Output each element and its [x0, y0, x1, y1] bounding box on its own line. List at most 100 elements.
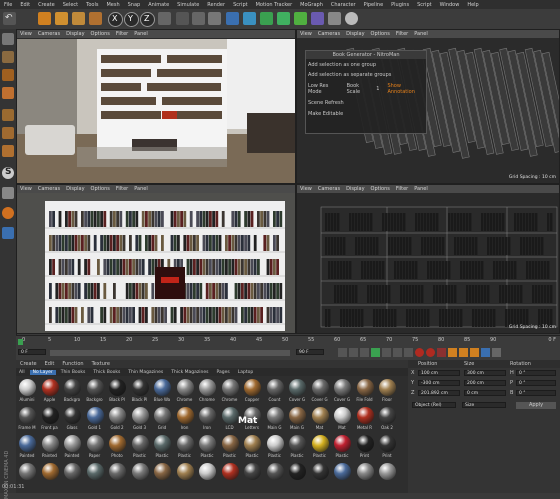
material-swatch[interactable] [132, 435, 149, 452]
play-button[interactable] [371, 348, 380, 357]
deformer-icon[interactable] [294, 12, 307, 25]
render-settings-button[interactable] [208, 12, 221, 25]
material-swatch[interactable] [177, 379, 194, 396]
viewport-menu-display[interactable]: Display [63, 186, 87, 192]
keyframe-selection-button[interactable] [437, 348, 446, 357]
scale-tool-button[interactable] [72, 12, 85, 25]
material-swatch[interactable] [109, 435, 126, 452]
material-swatch[interactable] [244, 379, 261, 396]
viewport-menu-options[interactable]: Options [368, 31, 393, 37]
points-mode-icon[interactable] [2, 109, 14, 121]
material-swatch[interactable] [334, 379, 351, 396]
position-field[interactable]: 201.892 cm [418, 390, 460, 396]
material-menu-texture[interactable]: Texture [88, 361, 114, 367]
nurbs-icon[interactable] [260, 12, 273, 25]
filter-tab-all[interactable]: All [16, 370, 28, 375]
material-menu-edit[interactable]: Edit [41, 361, 59, 367]
y-axis-button[interactable]: Y [124, 12, 139, 27]
frame-range-slider[interactable] [50, 350, 290, 356]
make-editable-icon[interactable] [2, 33, 14, 45]
timeline-ruler[interactable]: 0 5 10 15 20 25 30 35 40 45 50 55 60 65 70 75 80 85 90 [22, 337, 502, 345]
viewport-menu-filter[interactable]: Filter [393, 31, 411, 37]
timeline[interactable]: 0 5 10 15 20 25 30 35 40 45 50 55 60 65 70 75 80 85 90 0 F… [16, 335, 560, 361]
coordinate-system-button[interactable] [158, 12, 171, 25]
camera-icon[interactable] [328, 12, 341, 25]
edges-mode-icon[interactable] [2, 127, 14, 139]
object-mode-icon[interactable] [2, 69, 14, 81]
material-swatch[interactable] [199, 379, 216, 396]
material-swatch[interactable] [222, 379, 239, 396]
material-swatch[interactable] [87, 379, 104, 396]
position-field[interactable]: -300 cm [418, 380, 460, 386]
material-swatch[interactable] [267, 407, 284, 424]
menu-tools[interactable]: Tools [82, 2, 102, 8]
material-swatch[interactable] [267, 379, 284, 396]
material-swatch[interactable] [334, 435, 351, 452]
material-swatch[interactable] [154, 407, 171, 424]
menu-simulate[interactable]: Simulate [173, 2, 203, 8]
viewport-front-bottom[interactable]: View Cameras Display Options Filter Panel Gri… [296, 184, 560, 334]
material-swatch[interactable] [379, 407, 396, 424]
menu-file[interactable]: File [0, 2, 16, 8]
menu-window[interactable]: Window [436, 2, 464, 8]
material-swatch[interactable] [109, 407, 126, 424]
material-swatch[interactable] [64, 435, 81, 452]
material-swatch[interactable] [379, 435, 396, 452]
model-mode-icon[interactable] [2, 51, 14, 63]
viewport-menu-cameras[interactable]: Cameras [315, 186, 343, 192]
viewport-perspective-bottom[interactable]: ViewCamerasDisplayOptionsFilterPanel Per… [16, 184, 296, 334]
viewport-menu-options[interactable]: Options [368, 186, 393, 192]
material-swatch[interactable] [199, 407, 216, 424]
menu-render[interactable]: Render [203, 2, 229, 8]
material-swatch[interactable] [42, 463, 59, 480]
position-field[interactable]: 100 cm [418, 370, 460, 376]
material-swatch[interactable] [154, 463, 171, 480]
low-res-mode-checkbox[interactable]: Low Res Mode [308, 83, 339, 95]
material-swatch[interactable] [222, 463, 239, 480]
array-icon[interactable] [277, 12, 290, 25]
material-swatch[interactable] [267, 463, 284, 480]
material-swatch[interactable] [19, 463, 36, 480]
filter-tab-thick-books[interactable]: Thick Books [90, 370, 123, 375]
viewport-menu-options[interactable]: Options [88, 31, 113, 37]
param-key-button[interactable] [481, 348, 490, 357]
spline-icon[interactable] [243, 12, 256, 25]
material-swatch[interactable] [199, 463, 216, 480]
position-key-button[interactable] [448, 348, 457, 357]
add-one-group-button[interactable]: Add selection as one group [308, 62, 424, 68]
menu-select[interactable]: Select [59, 2, 82, 8]
material-swatch[interactable] [132, 407, 149, 424]
add-separate-groups-button[interactable]: Add selection as separate groups [308, 72, 424, 78]
rotation-key-button[interactable] [470, 348, 479, 357]
material-swatch[interactable] [64, 463, 81, 480]
size-field[interactable]: 0 cm [464, 390, 506, 396]
material-swatch[interactable] [222, 407, 239, 424]
move-tool-button[interactable] [55, 12, 68, 25]
next-frame-button[interactable] [382, 348, 391, 357]
material-swatch[interactable] [64, 407, 81, 424]
filter-tab-laptop[interactable]: Laptop [235, 370, 257, 375]
workplane-icon[interactable] [2, 187, 14, 199]
material-swatch[interactable] [379, 463, 396, 480]
material-swatch[interactable] [87, 463, 104, 480]
material-swatch[interactable] [19, 435, 36, 452]
viewport-menu-filter[interactable]: Filter [393, 186, 411, 192]
menu-script[interactable]: Script [229, 2, 252, 8]
material-swatch[interactable] [289, 463, 306, 480]
coord-mode-dropdown[interactable]: Object (Rel) [412, 402, 456, 408]
material-swatch[interactable] [19, 407, 36, 424]
material-swatch[interactable] [177, 435, 194, 452]
material-swatch[interactable] [177, 463, 194, 480]
material-swatch[interactable] [154, 379, 171, 396]
material-swatch[interactable] [109, 463, 126, 480]
z-axis-button[interactable]: Z [140, 12, 155, 27]
material-swatch[interactable] [19, 379, 36, 396]
playhead[interactable] [18, 339, 23, 345]
material-swatch[interactable] [64, 379, 81, 396]
viewport-menu-panel[interactable]: Panel [411, 31, 431, 37]
material-swatch[interactable] [334, 407, 351, 424]
material-swatch[interactable] [312, 435, 329, 452]
menu-edit[interactable]: Edit [16, 2, 34, 8]
viewport-menu-cameras[interactable]: Cameras [35, 186, 63, 192]
rotation-field[interactable]: 0 ° [516, 380, 556, 386]
